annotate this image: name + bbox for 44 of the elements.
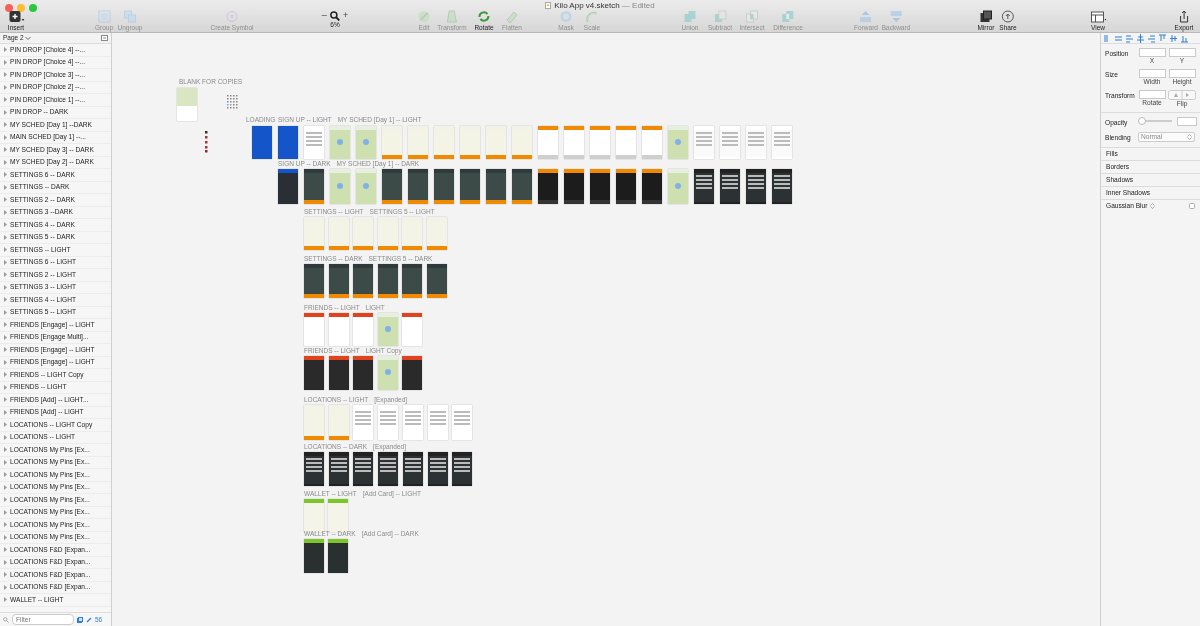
align-icon[interactable]	[1104, 33, 1111, 43]
zoom-out-button[interactable]: –	[321, 10, 327, 21]
minimize-button[interactable]	[17, 4, 25, 12]
symbol-icon	[223, 10, 241, 23]
stepper-icon	[1187, 133, 1192, 140]
input-field[interactable]	[1138, 90, 1166, 99]
input-field[interactable]	[1177, 117, 1197, 126]
input-field[interactable]	[1138, 48, 1166, 57]
ungroup-icon	[121, 10, 139, 23]
input-field[interactable]	[1168, 48, 1196, 57]
color-swatch-drawing	[205, 131, 208, 153]
stepper-icon	[1150, 203, 1156, 210]
zoom-in-button[interactable]: +	[342, 10, 349, 21]
align-icon[interactable]	[1115, 33, 1122, 43]
align-icon[interactable]	[1181, 33, 1188, 43]
window-title: Kilo App v4.sketch — Edited	[554, 1, 655, 10]
layers-icon[interactable]	[77, 616, 83, 623]
align-icon[interactable]	[1126, 33, 1133, 43]
share-icon	[999, 10, 1017, 23]
input-field[interactable]	[1168, 69, 1196, 78]
disclosure-icon	[4, 597, 7, 603]
swatch-drawing	[227, 95, 239, 109]
close-button[interactable]	[5, 4, 13, 12]
slider-track[interactable]	[1138, 117, 1172, 125]
input-field[interactable]	[1138, 69, 1166, 78]
align-icon[interactable]	[1137, 33, 1144, 43]
zoom-button[interactable]	[29, 4, 37, 12]
flip-icon[interactable]	[1168, 90, 1196, 100]
view-icon	[1089, 10, 1107, 23]
pencil-icon[interactable]	[86, 616, 92, 623]
plus-icon	[7, 10, 25, 23]
group-icon	[95, 10, 113, 23]
align-icon[interactable]	[1159, 33, 1166, 43]
artboard-thumbnail	[177, 88, 197, 121]
caret-icon	[25, 35, 32, 41]
align-icon[interactable]	[1170, 33, 1177, 43]
align-icon[interactable]	[1148, 33, 1155, 43]
slider-thumb[interactable]	[1138, 117, 1146, 125]
add-page-icon[interactable]	[101, 35, 108, 41]
search-icon	[3, 616, 9, 623]
search-icon	[329, 10, 340, 21]
checkbox[interactable]	[1189, 202, 1195, 209]
document-icon	[545, 2, 552, 10]
intersect-icon	[743, 10, 761, 23]
